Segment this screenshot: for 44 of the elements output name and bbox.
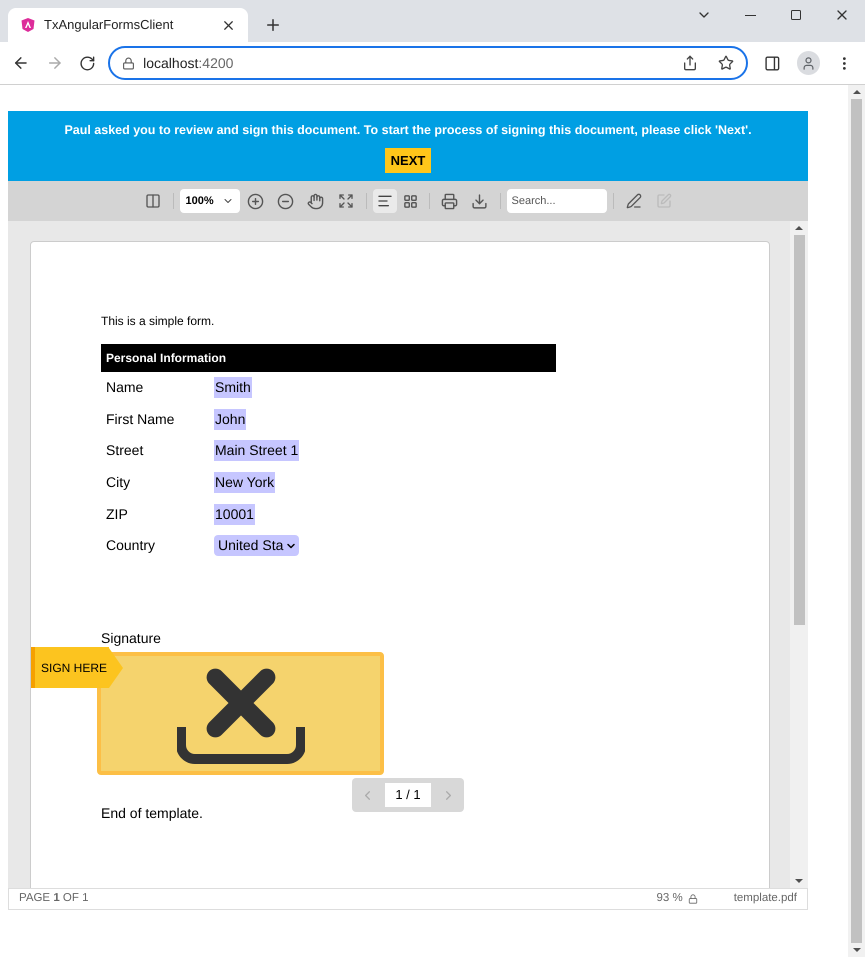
minimize-icon bbox=[744, 14, 756, 16]
field-label: Street bbox=[106, 441, 144, 460]
end-text: End of template. bbox=[101, 804, 204, 823]
section-header: Personal Information bbox=[101, 344, 556, 372]
next-button[interactable]: NEXT bbox=[384, 148, 432, 173]
signature-label: Signature bbox=[101, 630, 162, 646]
text-field[interactable]: 10001 bbox=[214, 504, 255, 525]
document-scrollbar[interactable] bbox=[790, 221, 808, 888]
intro-text: This is a simple form. bbox=[101, 313, 216, 330]
field-label: First Name bbox=[106, 410, 176, 429]
text-field[interactable]: Main Street 1 bbox=[214, 440, 300, 462]
file-name-text: template.pdf bbox=[734, 891, 797, 906]
page-scrollbar[interactable] bbox=[848, 85, 865, 957]
grid-icon bbox=[403, 194, 418, 208]
zoom-select[interactable]: 100% bbox=[180, 189, 240, 213]
maximize-icon bbox=[790, 9, 802, 21]
profile-avatar[interactable] bbox=[796, 51, 820, 75]
text-field[interactable]: Smith bbox=[214, 377, 252, 398]
search-field[interactable]: Search... bbox=[506, 189, 606, 213]
tab-title: TxAngularFormsClient bbox=[44, 16, 174, 34]
field-label: City bbox=[106, 473, 132, 492]
text-field[interactable]: New York bbox=[214, 472, 276, 494]
field-label: ZIP bbox=[106, 504, 129, 524]
lock-icon bbox=[122, 56, 136, 70]
share-icon[interactable] bbox=[682, 55, 698, 71]
page-number-field[interactable]: 1 / 1 bbox=[385, 783, 431, 807]
reload-icon[interactable] bbox=[79, 54, 96, 72]
page-count-text: PAGE 1 OF 1 bbox=[19, 891, 90, 906]
url-text: localhost:4200 bbox=[143, 54, 234, 72]
text-lines-icon bbox=[376, 193, 392, 209]
zoom-level-text: 93 % bbox=[656, 891, 683, 906]
address-bar[interactable]: localhost:4200 bbox=[108, 46, 748, 80]
field-label: Country bbox=[106, 536, 156, 556]
field-label: Name bbox=[106, 378, 144, 398]
side-panel-icon[interactable] bbox=[764, 54, 781, 72]
new-tab-icon[interactable] bbox=[264, 16, 282, 34]
browser-tab[interactable]: TxAngularFormsClient bbox=[8, 8, 248, 42]
lock-icon bbox=[688, 894, 698, 904]
banner-message: Paul asked you to review and sign this document. To start the process of signing this document, please click 'Next'. bbox=[64, 122, 752, 139]
bookmark-star-icon[interactable] bbox=[718, 55, 734, 71]
text-field[interactable]: John bbox=[214, 408, 246, 430]
select-field[interactable]: United Sta bbox=[214, 535, 300, 556]
app-logo-icon bbox=[20, 17, 36, 33]
continuous-view-button[interactable] bbox=[372, 189, 396, 213]
